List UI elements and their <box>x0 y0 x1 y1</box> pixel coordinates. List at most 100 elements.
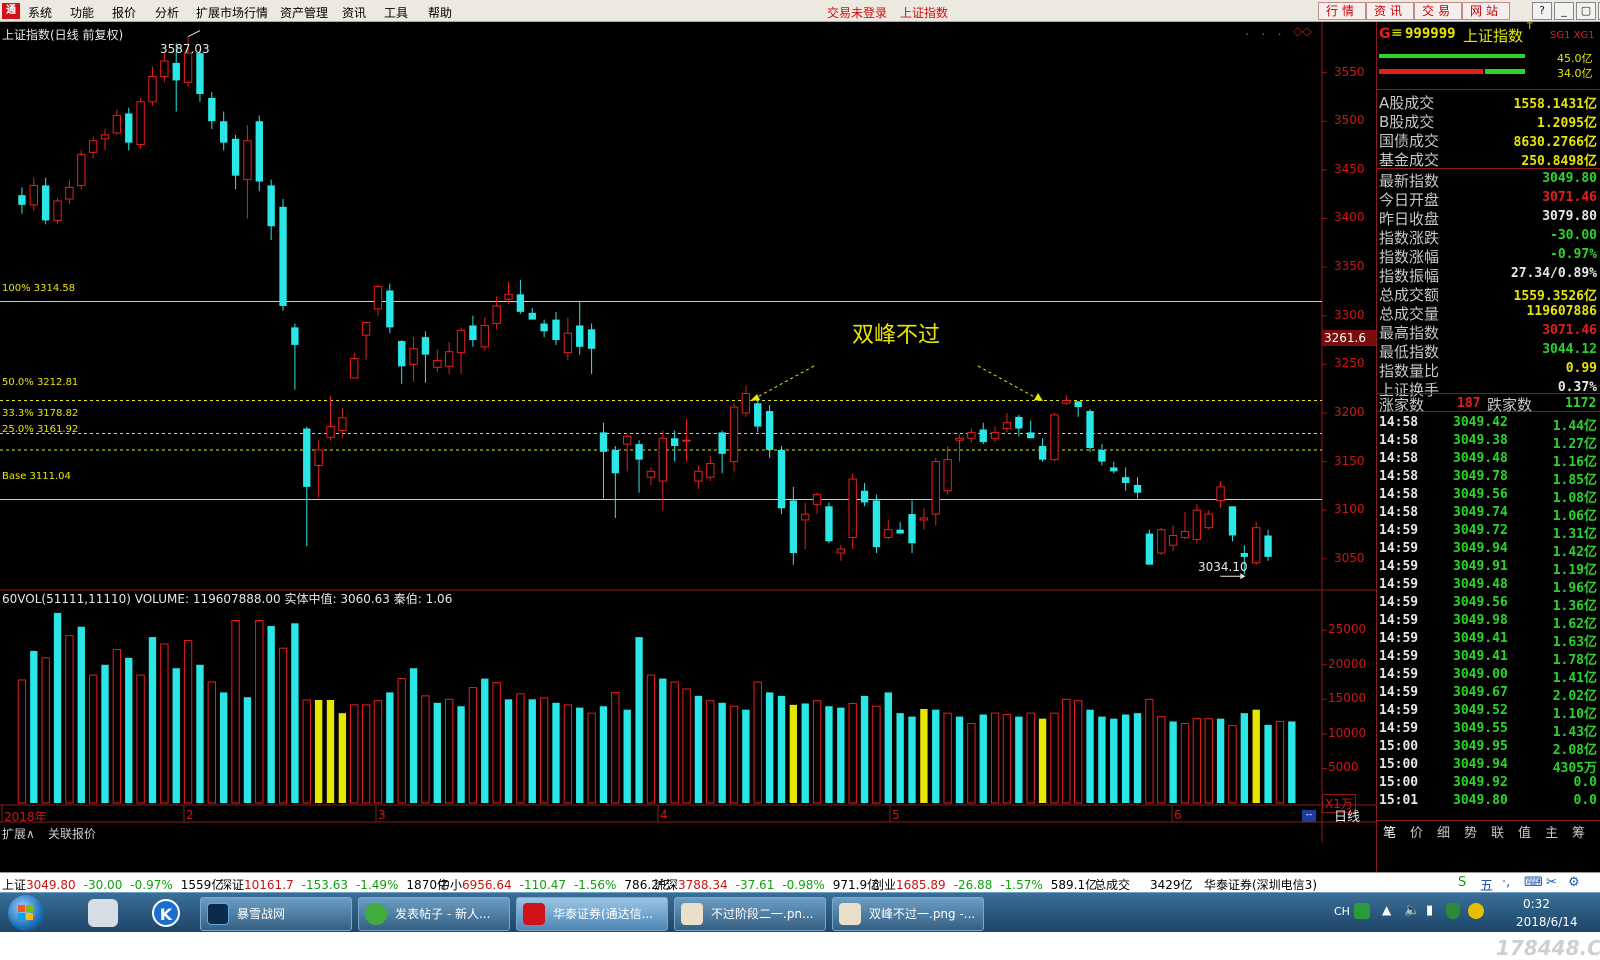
diamond-icon[interactable]: ◇◇ <box>1293 24 1311 38</box>
tick-row[interactable]: 14:59 3049.48 1.96亿 <box>1379 577 1599 596</box>
tick-row[interactable]: 14:59 3049.52 1.10亿 <box>1379 703 1599 722</box>
tick-amount: 2.02亿 <box>1552 689 1597 704</box>
scroll-left-button[interactable]: -- <box>1302 810 1316 822</box>
tick-row[interactable]: 14:58 3049.74 1.06亿 <box>1379 505 1599 524</box>
clock-time[interactable]: 0:32 <box>1523 897 1550 911</box>
help-button[interactable]: ? <box>1532 2 1552 20</box>
tab-quotes[interactable]: 行情 <box>1318 2 1366 20</box>
total-volume-value: 3429亿 <box>1150 878 1193 892</box>
tick-row[interactable]: 15:00 3049.95 2.08亿 <box>1379 739 1599 758</box>
tick-row[interactable]: 14:59 3049.94 1.42亿 <box>1379 541 1599 560</box>
tick-row[interactable]: 14:58 3049.56 1.08亿 <box>1379 487 1599 506</box>
tick-row[interactable]: 14:59 3049.98 1.62亿 <box>1379 613 1599 632</box>
pinned-app-icon[interactable] <box>88 899 118 927</box>
volume-bar-down <box>1288 721 1296 803</box>
minimize-button[interactable]: _ <box>1554 2 1574 20</box>
info-tab[interactable]: 价 <box>1410 822 1423 841</box>
tab-related-quotes[interactable]: 关联报价 <box>48 825 96 842</box>
task-huatai[interactable]: 华泰证券(通达信... <box>516 897 668 931</box>
info-value: 3071.46 <box>1542 323 1597 338</box>
ticker-item[interactable]: 创业1685.89 -26.88 -1.57% 589.1亿 <box>872 876 1105 893</box>
tick-row[interactable]: 15:00 3049.94 4305万 <box>1379 757 1599 776</box>
sogou-icon[interactable] <box>1354 903 1370 919</box>
tray-arrow-icon[interactable]: ▲ <box>1382 903 1391 917</box>
task-image-1[interactable]: 不过阶段二一.pn... <box>674 897 826 931</box>
volume-bar-down <box>291 623 299 803</box>
menu-quote[interactable]: 报价 <box>112 4 136 21</box>
tab-website[interactable]: 网站 <box>1462 2 1510 20</box>
menu-lines-icon[interactable]: ≡ <box>1391 25 1403 41</box>
info-tab[interactable]: 筹 <box>1572 822 1585 841</box>
ticker-item[interactable]: 上证3049.80 -30.00 -0.97% 1559亿 <box>2 876 231 893</box>
tick-row[interactable]: 14:58 3049.38 1.27亿 <box>1379 433 1599 452</box>
candle-body-up <box>955 437 964 441</box>
ticker-tool-icon[interactable]: ⚙ <box>1568 875 1580 890</box>
menu-tools[interactable]: 工具 <box>384 4 408 21</box>
maximize-button[interactable]: ▢ <box>1576 2 1596 20</box>
tray-app-icon[interactable] <box>1468 903 1484 919</box>
info-tab[interactable]: 笔 <box>1383 822 1396 841</box>
candle-body-down <box>303 428 311 487</box>
volume-bar-down <box>777 695 786 803</box>
volume-title: 60VOL(51111,11110) VOLUME: 119607888.00 … <box>2 592 453 606</box>
tab-news[interactable]: 资讯 <box>1366 2 1414 20</box>
trade-login-status[interactable]: 交易未登录 <box>827 4 887 21</box>
info-tab[interactable]: 值 <box>1518 822 1531 841</box>
tab-trade[interactable]: 交易 <box>1414 2 1462 20</box>
tick-row[interactable]: 14:59 3049.67 2.02亿 <box>1379 685 1599 704</box>
volume-bar-down <box>1038 718 1047 803</box>
menu-analysis[interactable]: 分析 <box>155 4 179 21</box>
ticker-tool-icon[interactable]: ✂ <box>1546 875 1557 890</box>
clock-date[interactable]: 2018/6/14 <box>1516 915 1578 929</box>
ticker-val: 1685.89 <box>896 878 946 892</box>
info-tab[interactable]: 势 <box>1464 822 1477 841</box>
tick-row[interactable]: 14:59 3049.41 1.63亿 <box>1379 631 1599 650</box>
menu-ext-market[interactable]: 扩展市场行情 <box>196 4 268 21</box>
tick-row[interactable]: 14:59 3049.00 1.41亿 <box>1379 667 1599 686</box>
info-tab[interactable]: 细 <box>1437 822 1450 841</box>
tick-row[interactable]: 15:01 3049.80 0.0 <box>1379 793 1599 811</box>
info-header: G ≡ 999999 上证指数 T SG1 XG1 <box>1377 22 1600 45</box>
ticker-item[interactable]: 深证10161.7 -153.63 -1.49% 1870亿 <box>220 876 457 893</box>
task-battlenet[interactable]: 暴雪战网 <box>200 897 352 931</box>
tick-row[interactable]: 14:59 3049.41 1.78亿 <box>1379 649 1599 668</box>
menu-system[interactable]: 系统 <box>28 4 52 21</box>
period-selector[interactable]: 日线 <box>1334 806 1360 825</box>
menu-asset[interactable]: 资产管理 <box>280 4 328 21</box>
ticker-tool-icon[interactable]: S <box>1458 875 1466 890</box>
tick-amount: 1.78亿 <box>1552 653 1597 668</box>
menu-help[interactable]: 帮助 <box>428 4 452 21</box>
volume-bar-up <box>278 647 288 804</box>
info-tab[interactable]: 主 <box>1545 822 1558 841</box>
menu-function[interactable]: 功能 <box>70 4 94 21</box>
app-logo-icon[interactable]: 通 <box>2 3 20 19</box>
tick-row[interactable]: 14:59 3049.91 1.19亿 <box>1379 559 1599 578</box>
volume-tick-label: 25000 <box>1328 622 1367 637</box>
security-shield-icon[interactable] <box>1446 903 1460 919</box>
language-indicator[interactable]: CH <box>1334 905 1350 918</box>
kline-chart[interactable] <box>0 22 1376 872</box>
ticker-tool-icon[interactable]: ⌨ <box>1524 875 1543 890</box>
task-forum-post[interactable]: 发表帖子 - 新人... <box>358 897 510 931</box>
info-tab[interactable]: 联 <box>1491 822 1504 841</box>
ticker-item[interactable]: 沪深3788.34 -37.61 -0.98% 971.9亿 <box>654 876 887 893</box>
tick-row[interactable]: 14:58 3049.42 1.44亿 <box>1379 415 1599 434</box>
tab-expand[interactable]: 扩展∧ <box>2 825 35 842</box>
k-app-icon[interactable]: K <box>152 899 180 927</box>
info-row: 总成交额 1559.3526亿 <box>1379 284 1599 304</box>
start-button[interactable] <box>8 895 44 931</box>
volume-icon[interactable]: 🔈 <box>1404 903 1420 918</box>
menu-news[interactable]: 资讯 <box>342 4 366 21</box>
tick-row[interactable]: 14:59 3049.72 1.31亿 <box>1379 523 1599 542</box>
candle-body-down <box>599 432 608 452</box>
ticker-tool-icon[interactable]: ·, <box>1502 875 1510 890</box>
tick-row[interactable]: 14:58 3049.48 1.16亿 <box>1379 451 1599 470</box>
ticker-item[interactable]: 中小6956.64 -110.47 -1.56% 786.2亿 <box>438 876 679 893</box>
task-image-2[interactable]: 双峰不过一.png -... <box>832 897 984 931</box>
network-icon[interactable]: ▮ <box>1426 903 1433 918</box>
tick-row[interactable]: 15:00 3049.92 0.0 <box>1379 775 1599 793</box>
tick-row[interactable]: 14:59 3049.55 1.43亿 <box>1379 721 1599 740</box>
tick-row[interactable]: 14:59 3049.56 1.36亿 <box>1379 595 1599 614</box>
tick-row[interactable]: 14:58 3049.78 1.85亿 <box>1379 469 1599 488</box>
candle-body-down <box>860 490 869 503</box>
